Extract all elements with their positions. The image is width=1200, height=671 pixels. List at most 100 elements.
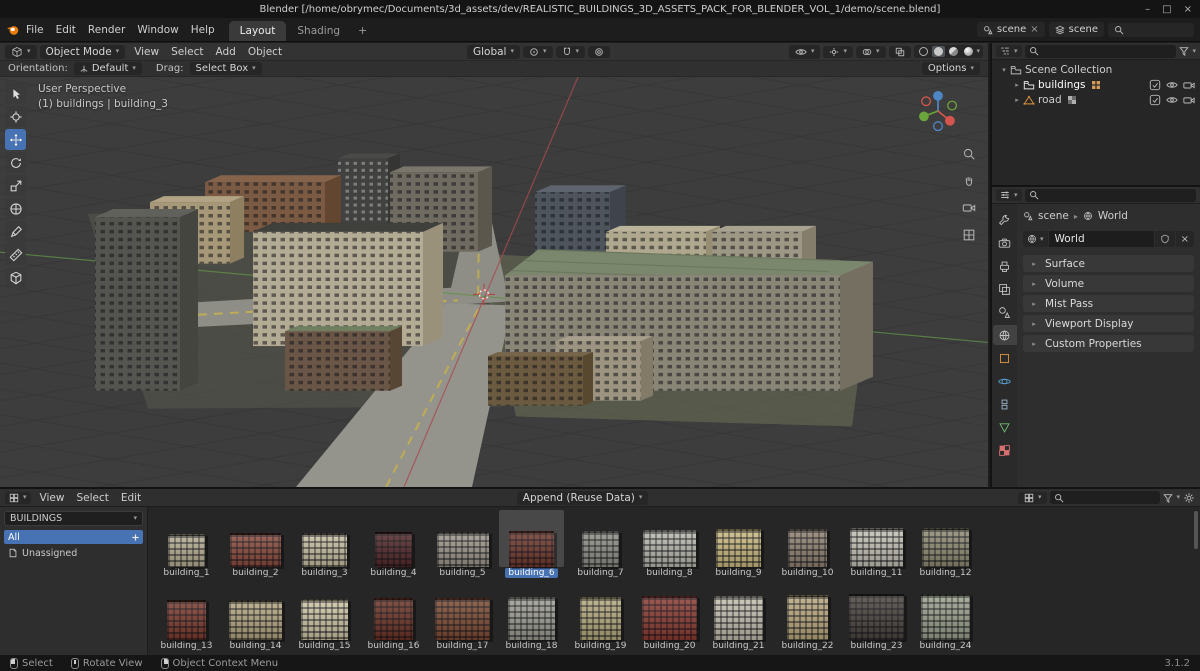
shading-material-button[interactable]: [947, 46, 960, 57]
asset-building_5[interactable]: building_5: [428, 510, 497, 583]
filter-icon[interactable]: [1163, 493, 1174, 503]
asset-building_9[interactable]: building_9: [704, 510, 773, 583]
unlink-icon[interactable]: ×: [1030, 24, 1038, 35]
proportional-edit-button[interactable]: [588, 45, 611, 58]
pivot-point-button[interactable]: ▾: [523, 45, 553, 58]
scrollbar[interactable]: [1194, 511, 1198, 549]
exclude-checkbox-icon[interactable]: [1149, 79, 1161, 91]
properties-tab-texture[interactable]: [993, 440, 1017, 460]
viewport-menu-add[interactable]: Add: [210, 44, 242, 60]
asset-building_11[interactable]: building_11: [842, 510, 911, 583]
asset-building_4[interactable]: building_4: [359, 510, 428, 583]
perspective-toggle-icon[interactable]: [962, 228, 976, 245]
object-visibility-dropdown[interactable]: ▾: [788, 44, 821, 59]
maximize-button[interactable]: □: [1162, 4, 1171, 15]
properties-tab-scene[interactable]: [993, 302, 1017, 322]
breadcrumb-scene[interactable]: scene: [1038, 210, 1069, 222]
asset-building_20[interactable]: building_20: [635, 583, 704, 656]
move-view-icon[interactable]: [962, 174, 976, 191]
menu-render[interactable]: Render: [82, 22, 131, 38]
asset-building_3[interactable]: building_3: [290, 510, 359, 583]
close-button[interactable]: ×: [1184, 4, 1192, 15]
hide-eye-icon[interactable]: [1166, 94, 1178, 106]
properties-search-input[interactable]: [1024, 188, 1196, 202]
tool-select-box[interactable]: [5, 83, 26, 104]
tool-rotate[interactable]: [5, 152, 26, 173]
properties-tab-output[interactable]: [993, 256, 1017, 276]
asset-building_6[interactable]: building_6: [497, 510, 566, 583]
hide-eye-icon[interactable]: [1166, 79, 1178, 91]
asset-building_19[interactable]: building_19: [566, 583, 635, 656]
navigation-gizmo[interactable]: [912, 85, 964, 137]
asset-building_12[interactable]: building_12: [911, 510, 980, 583]
expand-icon[interactable]: ▸: [1011, 96, 1023, 104]
tool-move[interactable]: [5, 129, 26, 150]
asset-building_21[interactable]: building_21: [704, 583, 773, 656]
tool-cursor[interactable]: [5, 106, 26, 127]
catalog-all[interactable]: All: [4, 530, 143, 544]
mode-select[interactable]: Object Mode ▾: [39, 44, 126, 59]
properties-tab-view-layer[interactable]: [993, 279, 1017, 299]
shading-wireframe-button[interactable]: [917, 46, 930, 57]
properties-tab-render[interactable]: [993, 233, 1017, 253]
tool-measure[interactable]: [5, 244, 26, 265]
asset-menu-edit[interactable]: Edit: [115, 490, 147, 506]
snap-toggle-button[interactable]: ▾: [555, 45, 586, 58]
outliner-row-scene-collection[interactable]: ▾ Scene Collection: [992, 62, 1200, 77]
menu-file[interactable]: File: [20, 22, 50, 38]
menu-edit[interactable]: Edit: [50, 22, 82, 38]
orientation-setting-select[interactable]: Default ▾: [73, 62, 142, 75]
asset-building_8[interactable]: building_8: [635, 510, 704, 583]
asset-building_24[interactable]: building_24: [911, 583, 980, 656]
viewport-menu-view[interactable]: View: [128, 44, 165, 60]
tool-annotate[interactable]: [5, 221, 26, 242]
panel-viewport-display[interactable]: ▸ Viewport Display: [1023, 315, 1194, 332]
catalog-unassigned[interactable]: Unassigned: [4, 546, 143, 560]
search-field[interactable]: [1108, 22, 1194, 37]
workspace-tab-layout[interactable]: Layout: [228, 21, 287, 41]
view-layer-selector[interactable]: scene: [1048, 22, 1104, 37]
asset-editor-type-button[interactable]: ▾: [5, 491, 31, 504]
gear-icon[interactable]: [1183, 492, 1195, 504]
asset-building_1[interactable]: building_1: [152, 510, 221, 583]
asset-search-input[interactable]: [1050, 491, 1161, 504]
panel-surface[interactable]: ▸ Surface: [1023, 255, 1194, 272]
filter-icon[interactable]: [1179, 46, 1190, 56]
blender-logo-icon[interactable]: [6, 23, 20, 37]
disable-render-camera-icon[interactable]: [1183, 94, 1195, 106]
asset-building_7[interactable]: building_7: [566, 510, 635, 583]
asset-building_23[interactable]: building_23: [842, 583, 911, 656]
properties-tab-object-data[interactable]: [993, 417, 1017, 437]
shading-solid-button[interactable]: [931, 46, 945, 57]
camera-view-icon[interactable]: [962, 201, 976, 218]
expand-icon[interactable]: ▸: [1011, 81, 1023, 89]
menu-window[interactable]: Window: [131, 22, 184, 38]
properties-editor-type-button[interactable]: ▾: [996, 189, 1022, 201]
tool-add-cube[interactable]: [5, 267, 26, 288]
browse-world-button[interactable]: ▾: [1023, 231, 1048, 247]
asset-menu-select[interactable]: Select: [70, 490, 114, 506]
properties-tab-world[interactable]: [992, 325, 1017, 345]
panel-volume[interactable]: ▸ Volume: [1023, 275, 1194, 292]
asset-building_16[interactable]: building_16: [359, 583, 428, 656]
tool-scale[interactable]: [5, 175, 26, 196]
asset-menu-view[interactable]: View: [34, 490, 71, 506]
scene-datablock-selector[interactable]: scene ×: [976, 22, 1045, 37]
show-overlays-dropdown[interactable]: ▾: [855, 45, 886, 58]
unlink-world-button[interactable]: ×: [1175, 231, 1194, 247]
menu-help[interactable]: Help: [185, 22, 221, 38]
outliner-editor-type-button[interactable]: ▾: [996, 45, 1022, 57]
fake-user-button[interactable]: [1154, 231, 1175, 247]
properties-tab-object[interactable]: [993, 348, 1017, 368]
show-gizmo-dropdown[interactable]: ▾: [823, 45, 853, 58]
display-size-button[interactable]: ▾: [1017, 491, 1048, 504]
asset-building_10[interactable]: building_10: [773, 510, 842, 583]
options-dropdown[interactable]: Options ▾: [921, 62, 980, 75]
world-name-field[interactable]: World: [1048, 231, 1154, 247]
workspace-tab-shading[interactable]: Shading: [286, 21, 351, 41]
outliner-row-road[interactable]: ▸ road: [992, 92, 1200, 107]
exclude-checkbox-icon[interactable]: [1149, 94, 1161, 106]
viewport-canvas[interactable]: User Perspective (1) buildings | buildin…: [0, 77, 988, 487]
import-method-select[interactable]: Append (Reuse Data) ▾: [516, 490, 649, 505]
asset-building_14[interactable]: building_14: [221, 583, 290, 656]
